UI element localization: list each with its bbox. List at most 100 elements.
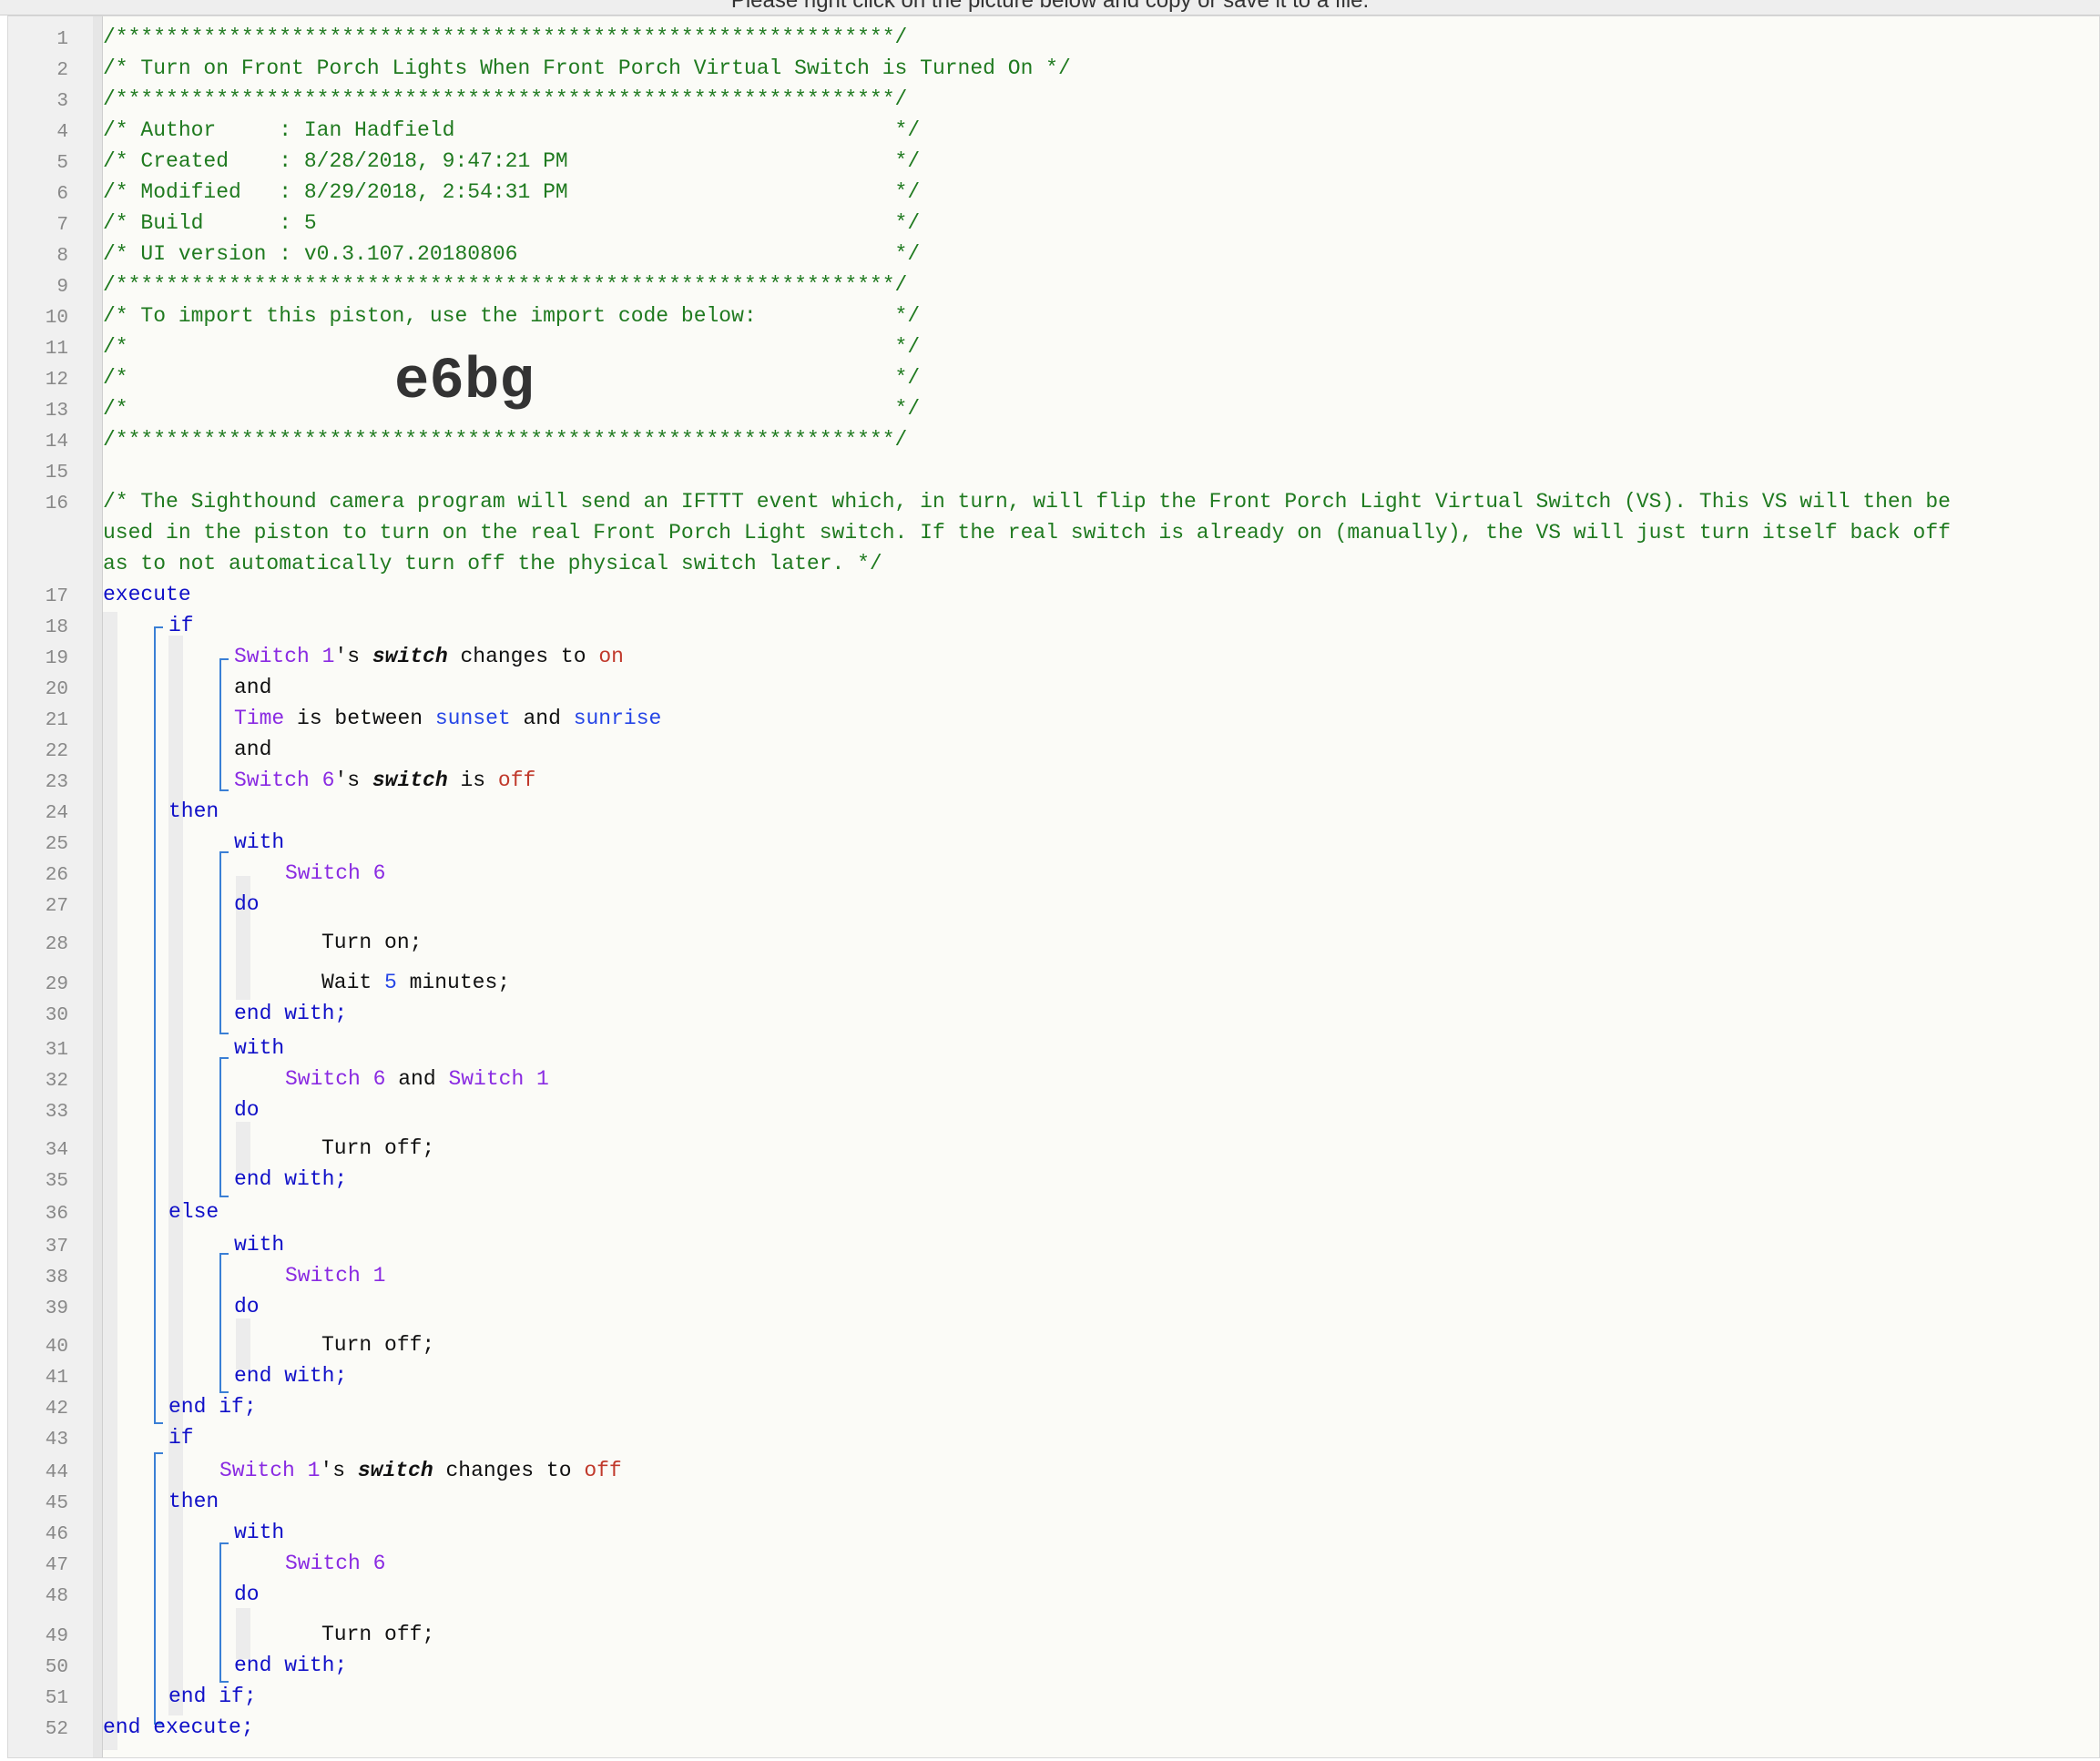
- action-wait: Wait 5 minutes;: [321, 971, 510, 994]
- condition-1: Switch 1's switch changes to on: [234, 645, 624, 668]
- comment-line-3: /***************************************…: [103, 87, 908, 111]
- line-number: 39: [45, 1298, 68, 1319]
- with-block-bracket: [219, 1057, 229, 1197]
- comment-line-8: /* UI version : v0.3.107.20180806 */: [103, 242, 921, 266]
- kw-end-if: end if;: [168, 1685, 257, 1708]
- condition-bracket: [219, 658, 229, 791]
- comment-line-4: /* Author : Ian Hadfield */: [103, 118, 921, 142]
- kw-end-with: end with;: [234, 1364, 348, 1388]
- kw-and: and: [234, 738, 272, 761]
- line-number: 43: [45, 1430, 68, 1451]
- line-number: 2: [56, 60, 68, 81]
- line-number: 4: [56, 122, 68, 143]
- comment-line-10: /* To import this piston, use the import…: [103, 304, 921, 328]
- value-five: 5: [384, 971, 397, 994]
- device-switch1: Switch 1: [448, 1067, 549, 1091]
- indent-guide: [236, 1122, 250, 1173]
- device-switch6: Switch 6: [285, 1067, 386, 1091]
- action-turn-off: Turn off;: [321, 1136, 435, 1160]
- text-poss: 's: [320, 1459, 358, 1482]
- kw-end-with: end with;: [234, 1654, 348, 1677]
- line-number: 1: [56, 29, 68, 50]
- line-number: 41: [45, 1368, 68, 1389]
- action-turn-on: Turn on;: [321, 931, 423, 954]
- indent-guide: [236, 1608, 250, 1659]
- device-switch6: Switch 6: [234, 769, 335, 792]
- kw-else: else: [168, 1200, 219, 1224]
- kw-end-with: end with;: [234, 1002, 348, 1025]
- value-sunrise: sunrise: [573, 707, 662, 730]
- line-number: 25: [45, 834, 68, 855]
- kw-do: do: [234, 1295, 260, 1318]
- line-number: 14: [45, 432, 68, 453]
- comment-line-14: /***************************************…: [103, 428, 908, 452]
- line-number: 20: [45, 679, 68, 700]
- condition-4: Switch 1's switch changes to off: [219, 1459, 622, 1482]
- description-line-1: /* The Sighthound camera program will se…: [103, 490, 1951, 514]
- line-number: 44: [45, 1462, 68, 1483]
- line-number: 47: [45, 1555, 68, 1576]
- line-number: 42: [45, 1399, 68, 1420]
- device-time: Time: [234, 707, 285, 730]
- line-number: 22: [45, 741, 68, 762]
- kw-with: with: [234, 1036, 285, 1060]
- indent-guide: [103, 612, 117, 1750]
- text-is-between: is between: [284, 707, 435, 730]
- line-number: 9: [56, 277, 68, 298]
- device-switch6: Switch 6: [285, 1552, 386, 1575]
- line-number: 35: [45, 1171, 68, 1192]
- description-line-3: as to not automatically turn off the phy…: [103, 552, 882, 575]
- kw-do: do: [234, 892, 260, 916]
- line-number: 6: [56, 184, 68, 205]
- line-number: 51: [45, 1688, 68, 1709]
- if-block-bracket: [154, 1452, 163, 1725]
- line-number: 48: [45, 1586, 68, 1607]
- line-number: 34: [45, 1140, 68, 1161]
- line-number: 33: [45, 1102, 68, 1123]
- line-number: 17: [45, 586, 68, 607]
- kw-then: then: [168, 1490, 219, 1513]
- device-switch6: Switch 6: [285, 861, 386, 885]
- fold-gutter: [93, 16, 103, 1757]
- attr-switch: switch: [372, 769, 448, 792]
- kw-end-with: end with;: [234, 1167, 348, 1191]
- if-block-bracket: [154, 626, 163, 1424]
- line-number: 8: [56, 246, 68, 267]
- line-number: 32: [45, 1071, 68, 1092]
- line-number: 24: [45, 803, 68, 824]
- kw-end-execute: end execute;: [103, 1715, 254, 1739]
- instruction-banner: Please right click on the picture below …: [0, 0, 2100, 15]
- condition-2: Time is between sunset and sunrise: [234, 707, 661, 730]
- line-number: 13: [45, 401, 68, 422]
- comment-line-1: /***************************************…: [103, 25, 908, 49]
- line-number: 50: [45, 1657, 68, 1678]
- with-block-bracket: [219, 1542, 229, 1683]
- description-line-2: used in the piston to turn on the real F…: [103, 521, 1951, 545]
- text-changes-to: changes to: [447, 645, 599, 668]
- code-editor: 1 2 3 4 5 6 7 8 9 10 11 12 13 14 15 16 17 18 19 20 21 22 23 24 2…: [7, 15, 2100, 1758]
- line-number: 7: [56, 215, 68, 236]
- line-number: 12: [45, 370, 68, 391]
- device-switch1: Switch 1: [234, 645, 335, 668]
- text-wait: Wait: [321, 971, 385, 994]
- device-switch1: Switch 1: [219, 1459, 321, 1482]
- line-number: 31: [45, 1040, 68, 1061]
- line-number: 21: [45, 710, 68, 731]
- kw-if: if: [168, 614, 194, 637]
- line-number: 16: [45, 494, 68, 514]
- comment-line-9: /***************************************…: [103, 273, 908, 297]
- kw-do: do: [234, 1098, 260, 1122]
- line-number: 15: [45, 463, 68, 484]
- kw-with: with: [234, 830, 285, 854]
- text-poss: 's: [334, 769, 372, 792]
- line-number: 28: [45, 934, 68, 955]
- value-off: off: [497, 769, 536, 792]
- text-poss: 's: [334, 645, 372, 668]
- line-number: 29: [45, 974, 68, 995]
- kw-end-if: end if;: [168, 1395, 257, 1419]
- attr-switch: switch: [357, 1459, 433, 1482]
- kw-then: then: [168, 799, 219, 823]
- condition-3: Switch 6's switch is off: [234, 769, 535, 792]
- line-number: 30: [45, 1005, 68, 1026]
- line-number: 5: [56, 153, 68, 174]
